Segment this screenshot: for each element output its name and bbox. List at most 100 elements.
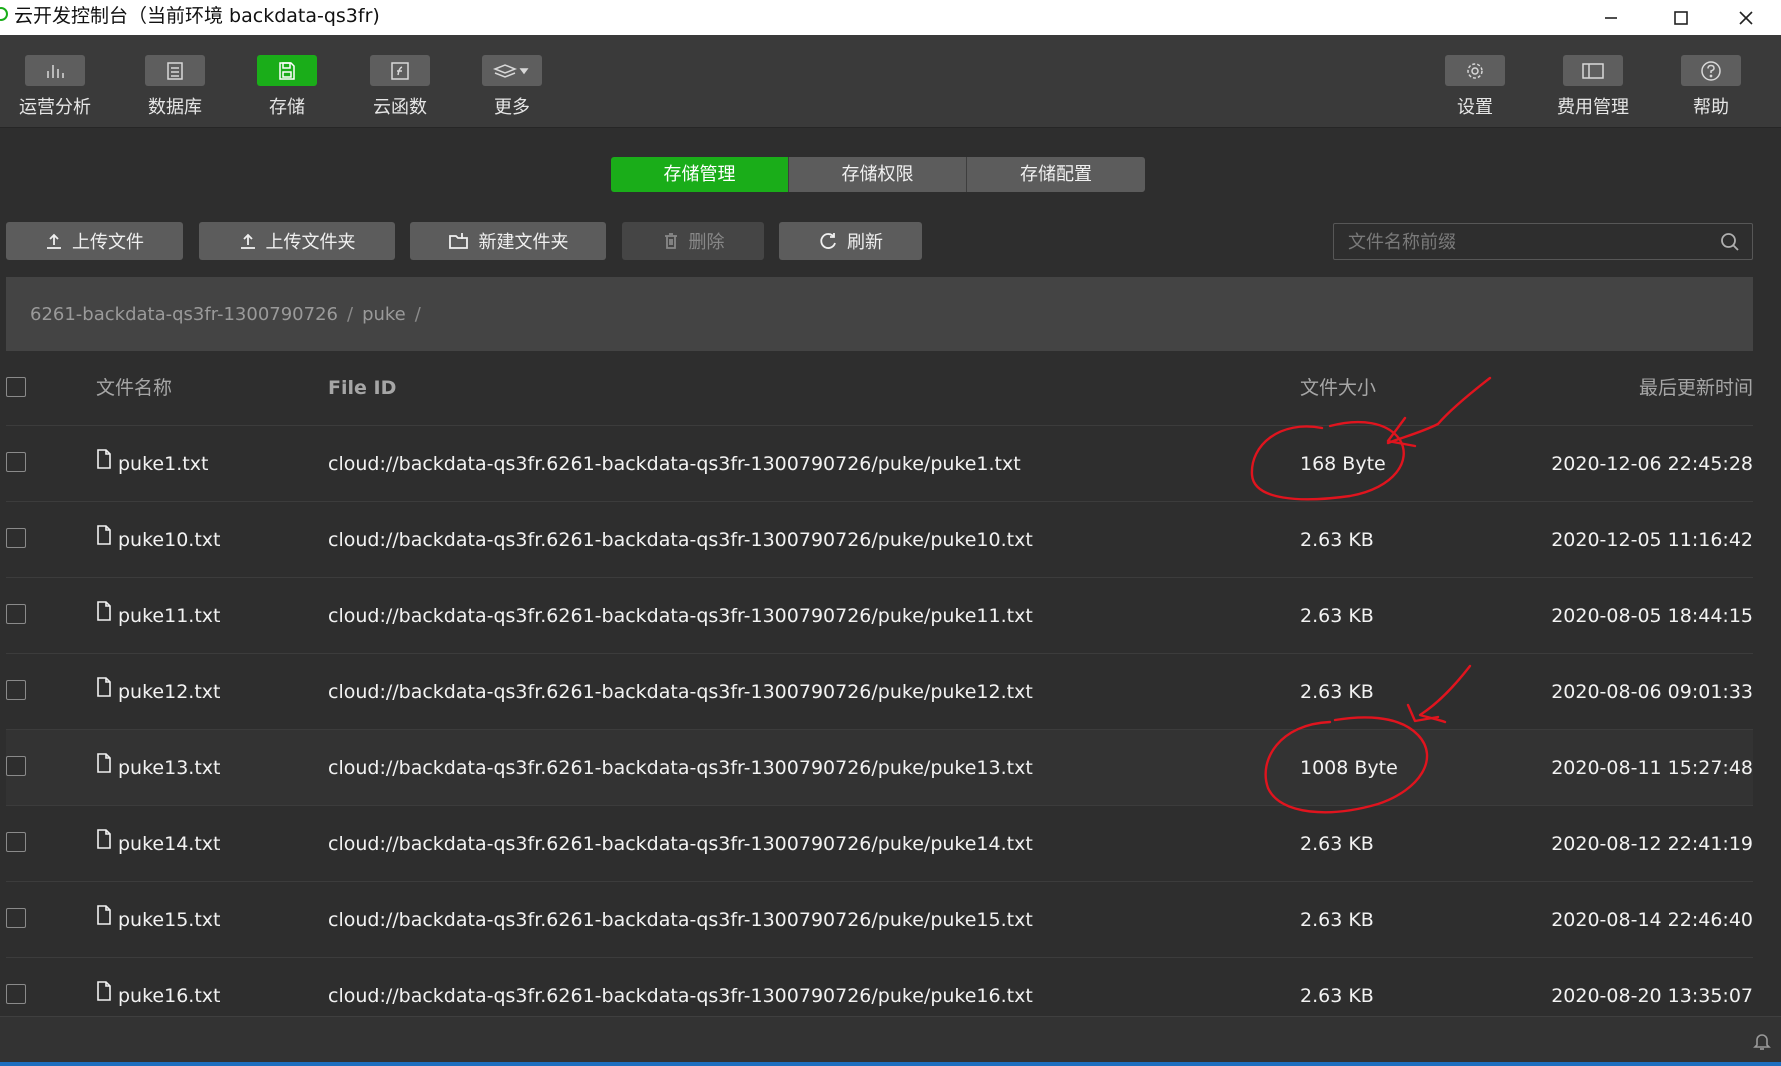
file-id-cell: cloud://backdata-qs3fr.6261-backdata-qs3… (328, 909, 1033, 931)
row-checkbox[interactable] (6, 452, 26, 472)
minimize-button[interactable] (1576, 0, 1646, 35)
tab-storage-management[interactable]: 存储管理 (611, 157, 789, 192)
window-title: 云开发控制台（当前环境 backdata-qs3fr) (14, 5, 380, 27)
row-checkbox[interactable] (6, 832, 26, 852)
select-all-checkbox[interactable] (6, 377, 26, 397)
upload-folder-label: 上传文件夹 (265, 232, 356, 253)
file-size-cell: 2.63 KB (1300, 833, 1374, 855)
file-id-cell: cloud://backdata-qs3fr.6261-backdata-qs3… (328, 453, 1021, 475)
file-icon (96, 577, 112, 653)
row-checkbox[interactable] (6, 908, 26, 928)
file-name: puke15.txt (118, 909, 221, 931)
file-name: puke16.txt (118, 985, 221, 1007)
table-row[interactable]: puke15.txt cloud://backdata-qs3fr.6261-ba… (6, 882, 1753, 958)
refresh-button[interactable]: 刷新 (779, 222, 922, 260)
new-folder-label: 新建文件夹 (478, 232, 569, 253)
toolbar-item-storage[interactable]: 存储 (232, 35, 342, 127)
column-header-size: 文件大小 (1300, 377, 1377, 399)
toolbar-item-cloud-function[interactable]: 云函数 (345, 35, 455, 127)
table-header-row: 文件名称 File ID 文件大小 最后更新时间 (6, 351, 1753, 426)
updated-time-cell: 2020-12-05 11:16:42 (1551, 529, 1753, 551)
search-box (1333, 223, 1753, 261)
breadcrumb-item-bucket[interactable]: 6261-backdata-qs3fr-1300790726 (30, 304, 338, 325)
trash-icon (664, 233, 677, 249)
file-name-cell[interactable]: puke13.txt (96, 730, 220, 806)
toolbar-item-help[interactable]: 帮助 (1656, 35, 1766, 127)
row-checkbox[interactable] (6, 528, 26, 548)
app-icon (0, 7, 8, 21)
table-row[interactable]: puke12.txt cloud://backdata-qs3fr.6261-ba… (6, 654, 1753, 730)
file-id-cell: cloud://backdata-qs3fr.6261-backdata-qs3… (328, 757, 1033, 779)
upload-icon (47, 233, 61, 249)
file-table: 文件名称 File ID 文件大小 最后更新时间 puke1.txt cloud:… (6, 351, 1753, 1034)
table-row[interactable]: puke10.txt cloud://backdata-qs3fr.6261-ba… (6, 502, 1753, 578)
file-icon (96, 653, 112, 729)
delete-button[interactable]: 删除 (622, 222, 764, 260)
tab-storage-permissions[interactable]: 存储权限 (789, 157, 967, 192)
toolbar-item-settings[interactable]: 设置 (1420, 35, 1530, 127)
file-size-cell: 2.63 KB (1300, 529, 1374, 551)
toolbar-item-database[interactable]: 数据库 (120, 35, 230, 127)
bell-icon[interactable] (1753, 1031, 1771, 1055)
billing-icon (1563, 55, 1623, 86)
search-icon[interactable] (1720, 232, 1740, 256)
toolbar-item-billing[interactable]: 费用管理 (1538, 35, 1648, 127)
toolbar-label: 数据库 (148, 97, 202, 118)
breadcrumb-item-folder[interactable]: puke (362, 304, 406, 325)
toolbar-item-analytics[interactable]: 运营分析 (0, 35, 110, 127)
file-prefix-search-input[interactable] (1334, 224, 1720, 261)
upload-icon (240, 233, 255, 249)
layers-icon (482, 55, 542, 86)
main-toolbar: 运营分析 数据库 存储 云函数 更多 设置 费用管理 帮助 (0, 35, 1781, 128)
updated-time-cell: 2020-08-06 09:01:33 (1551, 681, 1753, 703)
refresh-icon (820, 233, 836, 249)
file-size-cell: 168 Byte (1300, 453, 1386, 475)
close-icon (1739, 10, 1753, 25)
tab-storage-config[interactable]: 存储配置 (967, 157, 1145, 192)
upload-folder-button[interactable]: 上传文件夹 (199, 222, 395, 260)
toolbar-label: 设置 (1457, 97, 1493, 118)
table-row[interactable]: puke13.txt cloud://backdata-qs3fr.6261-ba… (6, 730, 1753, 806)
table-row[interactable]: puke1.txt cloud://backdata-qs3fr.6261-bac… (6, 426, 1753, 502)
toolbar-item-more[interactable]: 更多 (457, 35, 567, 127)
file-name-cell[interactable]: puke15.txt (96, 882, 220, 958)
file-id-cell: cloud://backdata-qs3fr.6261-backdata-qs3… (328, 605, 1033, 627)
upload-file-button[interactable]: 上传文件 (6, 222, 183, 260)
toolbar-label: 存储 (269, 97, 305, 118)
close-button[interactable] (1711, 0, 1781, 35)
table-row[interactable]: puke14.txt cloud://backdata-qs3fr.6261-ba… (6, 806, 1753, 882)
column-header-file-id: File ID (328, 377, 397, 399)
file-id-cell: cloud://backdata-qs3fr.6261-backdata-qs3… (328, 833, 1033, 855)
file-name-cell[interactable]: puke10.txt (96, 502, 220, 578)
row-checkbox[interactable] (6, 756, 26, 776)
file-name-cell[interactable]: puke11.txt (96, 578, 220, 654)
file-name: puke13.txt (118, 757, 221, 779)
toolbar-label: 运营分析 (19, 97, 91, 118)
maximize-button[interactable] (1646, 0, 1716, 35)
file-icon (96, 425, 112, 501)
window-bottom-border (0, 1062, 1781, 1066)
breadcrumb: 6261-backdata-qs3fr-1300790726 / puke / (6, 277, 1753, 351)
upload-file-label: 上传文件 (72, 232, 144, 253)
toolbar-label: 更多 (494, 97, 530, 118)
updated-time-cell: 2020-08-11 15:27:48 (1551, 757, 1753, 779)
file-size-cell: 2.63 KB (1300, 909, 1374, 931)
row-checkbox[interactable] (6, 680, 26, 700)
file-name: puke1.txt (118, 453, 209, 475)
file-name-cell[interactable]: puke14.txt (96, 806, 220, 882)
file-name-cell[interactable]: puke1.txt (96, 426, 208, 502)
file-size-cell: 2.63 KB (1300, 681, 1374, 703)
file-icon (96, 729, 112, 805)
file-name-cell[interactable]: puke12.txt (96, 654, 220, 730)
column-header-name: 文件名称 (96, 377, 173, 399)
file-size-cell: 2.63 KB (1300, 605, 1374, 627)
help-icon (1681, 55, 1741, 86)
breadcrumb-separator: / (414, 303, 421, 325)
row-checkbox[interactable] (6, 984, 26, 1004)
maximize-icon (1674, 10, 1688, 25)
row-checkbox[interactable] (6, 604, 26, 624)
storage-tabs: 存储管理 存储权限 存储配置 (611, 157, 1145, 192)
table-row[interactable]: puke11.txt cloud://backdata-qs3fr.6261-ba… (6, 578, 1753, 654)
new-folder-button[interactable]: 新建文件夹 (410, 222, 606, 260)
file-icon (96, 805, 112, 881)
